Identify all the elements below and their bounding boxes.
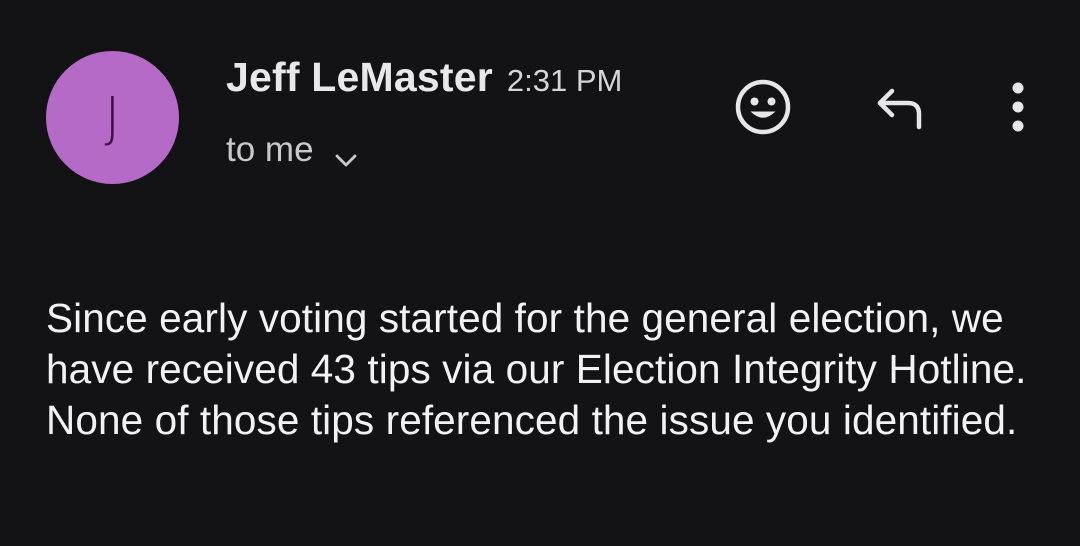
message-time: 2:31 PM [506, 63, 623, 98]
chevron-down-icon [332, 140, 360, 167]
recipient-details-toggle[interactable]: to me [226, 130, 360, 170]
recipient-label: to me [226, 130, 314, 169]
reply-button[interactable] [866, 80, 932, 140]
sender-avatar[interactable]: J [46, 51, 179, 184]
more-options-button[interactable] [996, 76, 1040, 142]
avatar-initial: J [104, 86, 121, 149]
smiley-icon [732, 76, 794, 143]
sender-name[interactable]: Jeff LeMaster [226, 54, 493, 101]
sender-line: Jeff LeMaster 2:31 PM [226, 54, 622, 101]
email-header: J Jeff LeMaster 2:31 PM to me [0, 0, 1080, 220]
message-body: Since early voting started for the gener… [46, 295, 1027, 443]
reply-icon [868, 81, 930, 140]
more-vert-icon [1008, 79, 1028, 140]
add-reaction-button[interactable] [730, 76, 796, 142]
